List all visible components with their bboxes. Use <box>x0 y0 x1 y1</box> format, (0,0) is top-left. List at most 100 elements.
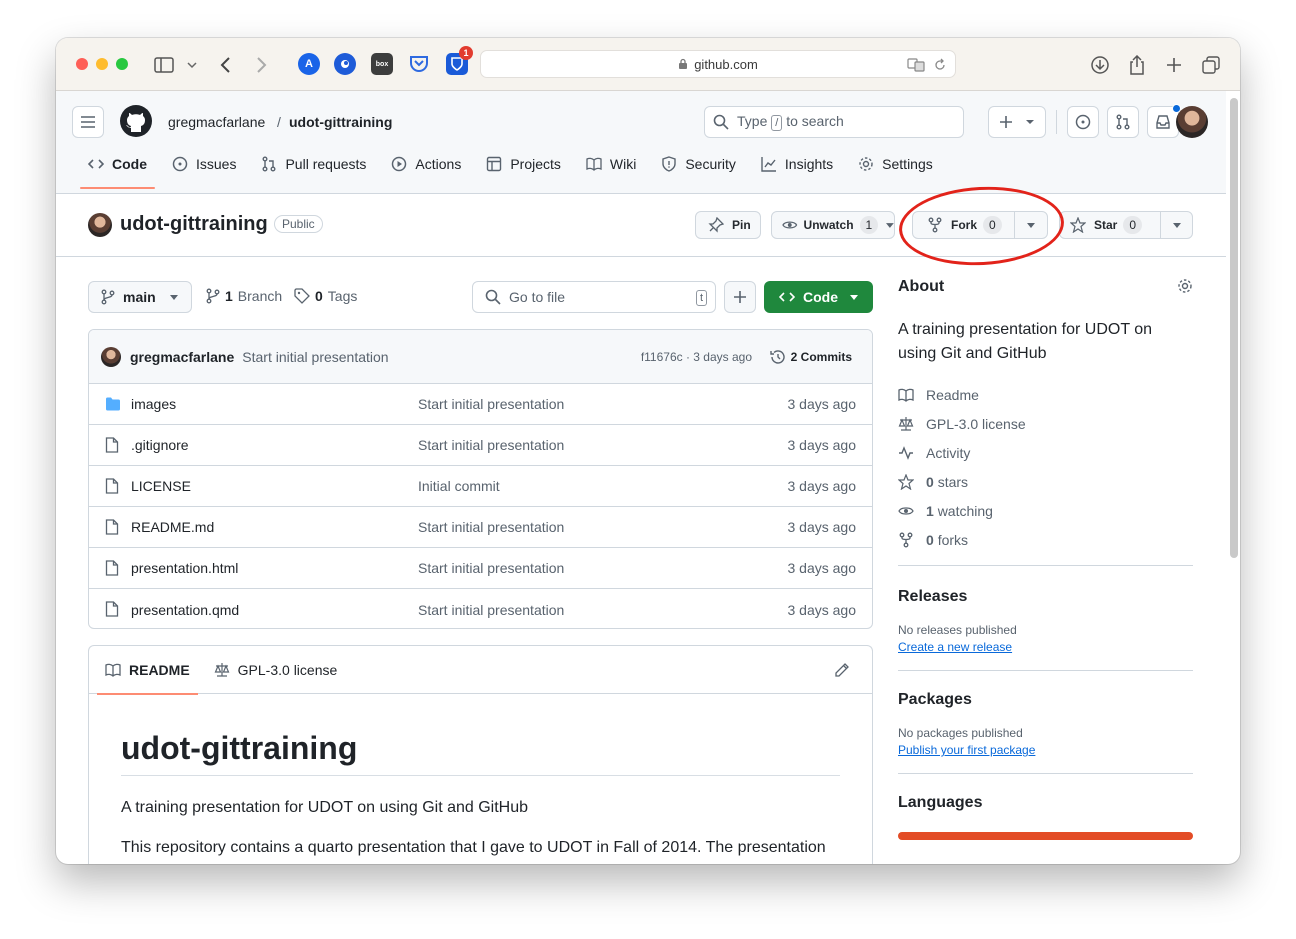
file-name[interactable]: presentation.qmd <box>131 602 239 618</box>
extension-bird-icon[interactable] <box>334 53 356 75</box>
address-bar[interactable]: github.com <box>480 50 956 78</box>
star-icon <box>1070 217 1086 233</box>
publish-package-link[interactable]: Publish your first package <box>898 743 1193 757</box>
languages-heading: Languages <box>898 794 983 811</box>
commit-author[interactable]: gregmacfarlane <box>130 349 234 365</box>
tab-overview-icon[interactable] <box>1199 53 1223 77</box>
pull-requests-button[interactable] <box>1107 106 1139 138</box>
repo-name[interactable]: udot-gittraining <box>120 213 268 236</box>
tag-count: 0 <box>315 288 323 304</box>
back-icon[interactable] <box>214 53 238 77</box>
tab-code[interactable]: Code <box>80 140 155 189</box>
chevron-down-icon[interactable] <box>180 53 204 77</box>
file-name[interactable]: images <box>131 396 176 412</box>
star-label: Star <box>1094 218 1118 232</box>
about-item-label: Readme <box>926 386 979 403</box>
caret-down-icon <box>886 222 894 228</box>
pin-button[interactable]: Pin <box>695 211 761 239</box>
extension-a-icon[interactable]: A <box>298 53 320 75</box>
code-dropdown-button[interactable]: Code <box>764 281 873 313</box>
downloads-icon[interactable] <box>1088 53 1112 77</box>
close-window-button[interactable] <box>76 58 88 70</box>
file-commit-message[interactable]: Start initial presentation <box>418 560 564 576</box>
file-row[interactable]: README.md Start initial presentation 3 d… <box>89 507 872 548</box>
new-tab-icon[interactable] <box>1162 53 1186 77</box>
branch-selector[interactable]: main <box>88 281 192 313</box>
file-row[interactable]: LICENSE Initial commit 3 days ago <box>89 466 872 507</box>
zoom-window-button[interactable] <box>116 58 128 70</box>
minimize-window-button[interactable] <box>96 58 108 70</box>
github-logo-icon[interactable] <box>120 105 152 142</box>
law-icon <box>898 416 914 431</box>
tab-label: Actions <box>415 156 462 172</box>
tab-security[interactable]: Security <box>653 140 744 188</box>
create-new-button[interactable] <box>988 106 1046 138</box>
gear-icon[interactable] <box>1177 278 1193 294</box>
create-release-link[interactable]: Create a new release <box>898 640 1193 654</box>
tab-settings[interactable]: Settings <box>850 140 941 188</box>
file-row[interactable]: presentation.qmd Start initial presentat… <box>89 589 872 628</box>
repo-link[interactable]: udot-gittraining <box>289 114 392 130</box>
star-dropdown-caret-icon[interactable] <box>1173 223 1181 228</box>
packages-heading[interactable]: Packages <box>898 691 1193 709</box>
search-input[interactable]: Type / to search <box>704 106 964 138</box>
commit-message[interactable]: Start initial presentation <box>242 349 388 365</box>
sidebar-toggle-icon[interactable] <box>152 53 176 77</box>
share-icon[interactable] <box>1125 53 1149 77</box>
readme-panel: README GPL-3.0 license udot-gittraining … <box>88 645 873 864</box>
readme-link[interactable]: Readme <box>898 380 1193 409</box>
menu-button[interactable] <box>72 106 104 138</box>
pencil-icon[interactable] <box>834 662 850 678</box>
tags-link[interactable]: 0 Tags <box>294 288 357 304</box>
sidebar-divider <box>898 565 1193 566</box>
commit-hash-time[interactable]: f11676c · 3 days ago <box>641 350 752 364</box>
file-date: 3 days ago <box>787 560 857 576</box>
license-link[interactable]: GPL-3.0 license <box>898 409 1193 438</box>
file-name[interactable]: presentation.html <box>131 560 238 576</box>
page-scrollbar[interactable] <box>1230 98 1238 558</box>
add-file-button[interactable] <box>724 281 756 313</box>
file-commit-message[interactable]: Start initial presentation <box>418 396 564 412</box>
watch-button[interactable]: Unwatch 1 <box>771 211 895 239</box>
owner-avatar[interactable] <box>88 213 112 237</box>
graph-icon <box>761 157 776 172</box>
tab-insights[interactable]: Insights <box>753 140 841 188</box>
pocket-extension-icon[interactable] <box>408 53 430 75</box>
file-commit-message[interactable]: Start initial presentation <box>418 519 564 535</box>
book-icon <box>586 157 602 171</box>
box-extension-icon[interactable]: box <box>371 53 393 75</box>
commits-link[interactable]: 2 Commits <box>769 349 852 365</box>
forks-link[interactable]: 0 forks <box>898 525 1193 554</box>
tab-actions[interactable]: Actions <box>383 140 469 188</box>
tab-projects[interactable]: Projects <box>478 140 569 188</box>
file-row[interactable]: .gitignore Start initial presentation 3 … <box>89 425 872 466</box>
issues-button[interactable] <box>1067 106 1099 138</box>
file-name[interactable]: .gitignore <box>131 437 189 453</box>
activity-link[interactable]: Activity <box>898 438 1193 467</box>
tab-pull-requests[interactable]: Pull requests <box>253 140 374 188</box>
tab-readme[interactable]: README <box>97 646 198 695</box>
stars-link[interactable]: 0 stars <box>898 467 1193 496</box>
commit-author-avatar[interactable] <box>101 346 121 367</box>
translate-icon[interactable] <box>907 58 925 72</box>
reload-icon[interactable] <box>933 58 947 72</box>
file-row[interactable]: images Start initial presentation 3 days… <box>89 384 872 425</box>
tab-issues[interactable]: Issues <box>164 140 244 188</box>
file-row[interactable]: presentation.html Start initial presenta… <box>89 548 872 589</box>
header-divider <box>1056 110 1057 134</box>
releases-heading[interactable]: Releases <box>898 588 1193 606</box>
tab-license[interactable]: GPL-3.0 license <box>206 646 346 694</box>
tab-wiki[interactable]: Wiki <box>578 140 644 188</box>
file-name[interactable]: LICENSE <box>131 478 191 494</box>
file-commit-message[interactable]: Start initial presentation <box>418 437 564 453</box>
forward-icon[interactable] <box>249 53 273 77</box>
go-to-file-input[interactable]: Go to file t <box>472 281 716 313</box>
watching-link[interactable]: 1 watching <box>898 496 1193 525</box>
file-commit-message[interactable]: Initial commit <box>418 478 500 494</box>
file-name[interactable]: README.md <box>131 519 214 535</box>
file-commit-message[interactable]: Start initial presentation <box>418 602 564 618</box>
branches-link[interactable]: 1 Branch <box>206 288 282 304</box>
user-avatar[interactable] <box>1176 106 1208 138</box>
owner-link[interactable]: gregmacfarlane <box>168 114 265 130</box>
star-button[interactable]: Star 0 <box>1059 211 1193 239</box>
